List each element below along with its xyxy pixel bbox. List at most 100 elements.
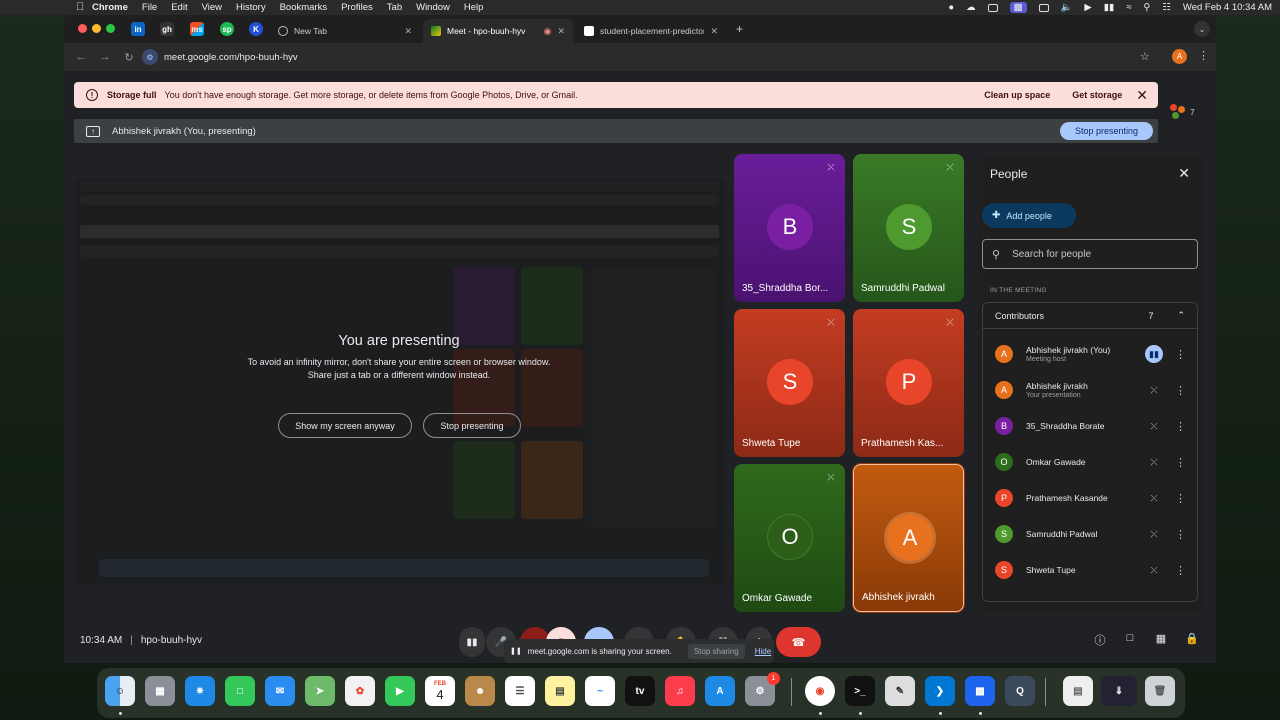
- stop-presenting-button[interactable]: Stop presenting: [423, 413, 521, 438]
- participant-tile[interactable]: ⤬ B 35_Shraddha Bor...: [734, 154, 845, 302]
- people-list-item[interactable]: P Prathamesh Kasande ⤬ ⋮: [983, 480, 1197, 516]
- menu-help[interactable]: Help: [464, 2, 484, 13]
- participant-tile[interactable]: ⤬ O Omkar Gawade: [734, 464, 845, 612]
- more-options-icon[interactable]: ⋮: [1175, 384, 1186, 397]
- vscode-icon[interactable]: ❯: [925, 676, 955, 706]
- maps-icon[interactable]: ➤: [305, 676, 335, 706]
- stop-sharing-button[interactable]: Stop sharing: [687, 643, 745, 659]
- record-icon[interactable]: ●: [948, 2, 954, 13]
- hide-notice-link[interactable]: Hide: [755, 647, 771, 656]
- people-list-item[interactable]: A Abhishek jivrakh Your presentation ⤬ ⋮: [983, 372, 1197, 408]
- people-list-item[interactable]: B 35_Shraddha Borate ⤬ ⋮: [983, 408, 1197, 444]
- pinned-tab-linkedin-icon[interactable]: in: [131, 22, 145, 36]
- volume-icon[interactable]: 🔈: [1061, 2, 1073, 13]
- muted-mic-icon[interactable]: ⤬: [1145, 561, 1163, 579]
- minimize-window-button[interactable]: [92, 24, 101, 33]
- muted-mic-icon[interactable]: ⤬: [1145, 417, 1163, 435]
- muted-mic-icon[interactable]: ⤬: [1145, 453, 1163, 471]
- close-panel-icon[interactable]: ✕: [1178, 165, 1190, 182]
- pinned-tab-github-icon[interactable]: gh: [160, 22, 174, 36]
- close-tab-icon[interactable]: ✕: [404, 26, 412, 37]
- more-options-icon[interactable]: ⋮: [1175, 348, 1186, 361]
- notes-icon[interactable]: ▤: [545, 676, 575, 706]
- host-controls-icon[interactable]: 🔒: [1184, 632, 1200, 648]
- facetime-icon[interactable]: ▶: [385, 676, 415, 706]
- pinned-tab-spotify-icon[interactable]: sp: [220, 22, 234, 36]
- more-options-icon[interactable]: ⋮: [1175, 456, 1186, 469]
- safari-icon[interactable]: ✷: [185, 676, 215, 706]
- play-icon[interactable]: ▶: [1084, 2, 1091, 13]
- tab-student-placement[interactable]: student-placement-predictor ✕: [576, 19, 726, 43]
- screen-share-status-icon[interactable]: ▩: [1009, 2, 1027, 13]
- chrome-dock-icon[interactable]: ◉: [805, 676, 835, 706]
- menu-view[interactable]: View: [202, 2, 222, 13]
- menu-profiles[interactable]: Profiles: [341, 2, 373, 13]
- profile-avatar[interactable]: A: [1172, 49, 1187, 64]
- bookmark-star-icon[interactable]: ☆: [1140, 50, 1150, 63]
- textedit-icon[interactable]: ✎: [885, 676, 915, 706]
- clean-up-space-button[interactable]: Clean up space: [984, 90, 1050, 100]
- stop-presenting-top-button[interactable]: Stop presenting: [1059, 122, 1153, 140]
- contacts-icon[interactable]: ☻: [465, 676, 495, 706]
- messages-icon[interactable]: □: [225, 676, 255, 706]
- contributors-header[interactable]: Contributors 7 ⌃: [983, 303, 1197, 329]
- menu-tab[interactable]: Tab: [387, 2, 402, 13]
- get-storage-button[interactable]: Get storage: [1072, 90, 1122, 100]
- site-info-icon[interactable]: ⚙: [142, 49, 158, 65]
- close-window-button[interactable]: [78, 24, 87, 33]
- people-list-item[interactable]: S Samruddhi Padwal ⤬ ⋮: [983, 516, 1197, 552]
- apps-grid-icon[interactable]: ▦: [1153, 632, 1169, 648]
- tab-meet[interactable]: Meet - hpo-buuh-hyv ◉ ✕: [423, 19, 573, 43]
- participant-tile-self[interactable]: A Abhishek jivrakh: [853, 464, 964, 612]
- meeting-details-icon[interactable]: ⓘ: [1092, 632, 1108, 648]
- muted-mic-icon[interactable]: ⤬: [1145, 525, 1163, 543]
- menu-datetime[interactable]: Wed Feb 4 10:34 AM: [1183, 2, 1272, 13]
- participants-indicator[interactable]: 7: [1170, 102, 1204, 122]
- reminders-icon[interactable]: ☰: [505, 676, 535, 706]
- reload-icon[interactable]: ↻: [122, 51, 136, 64]
- close-banner-icon[interactable]: ✕: [1136, 87, 1148, 104]
- chrome-menu-icon[interactable]: ⋮: [1198, 49, 1209, 62]
- address-bar[interactable]: ⚙ meet.google.com/hpo-buuh-hyv: [142, 46, 1142, 68]
- quicktime-icon[interactable]: Q: [1005, 676, 1035, 706]
- control-center-icon[interactable]: ☷: [1162, 2, 1171, 13]
- apple-icon[interactable]: : [76, 1, 84, 13]
- participant-tile[interactable]: ⤬ P Prathamesh Kas...: [853, 309, 964, 457]
- finder-icon[interactable]: ☺: [105, 676, 135, 706]
- menu-file[interactable]: File: [142, 2, 157, 13]
- people-search-input[interactable]: ⚲ Search for people: [982, 239, 1198, 269]
- more-options-icon[interactable]: ⋮: [1175, 564, 1186, 577]
- trash-icon[interactable]: 🗑: [1145, 676, 1175, 706]
- menu-edit[interactable]: Edit: [171, 2, 187, 13]
- zoom-window-button[interactable]: [106, 24, 115, 33]
- participant-tile[interactable]: ⤬ S Shweta Tupe: [734, 309, 845, 457]
- menu-bookmarks[interactable]: Bookmarks: [280, 2, 328, 13]
- terminal-icon[interactable]: >_: [845, 676, 875, 706]
- freeform-icon[interactable]: ~: [585, 676, 615, 706]
- muted-mic-icon[interactable]: ⤬: [1145, 489, 1163, 507]
- chevron-up-icon[interactable]: ⌃: [1177, 310, 1185, 321]
- menu-window[interactable]: Window: [416, 2, 450, 13]
- participant-tile[interactable]: ⤬ S Samruddhi Padwal: [853, 154, 964, 302]
- apple-tv-icon[interactable]: tv: [625, 676, 655, 706]
- downloads-icon[interactable]: ⇓: [1101, 676, 1137, 706]
- battery-icon[interactable]: ▮▮: [1104, 2, 1114, 13]
- menu-app-name[interactable]: Chrome: [92, 2, 128, 13]
- audio-level-icon[interactable]: ▮▮: [459, 627, 485, 657]
- new-tab-button[interactable]: +: [736, 22, 743, 36]
- audio-off-icon[interactable]: ⤬: [1145, 381, 1163, 399]
- close-tab-icon[interactable]: ✕: [557, 26, 565, 37]
- people-list-item[interactable]: S Shweta Tupe ⤬ ⋮: [983, 552, 1197, 588]
- chat-icon[interactable]: □: [1122, 632, 1138, 648]
- app-store-icon[interactable]: A: [705, 676, 735, 706]
- tab-new-tab[interactable]: New Tab ✕: [270, 19, 420, 43]
- display-icon[interactable]: [1038, 3, 1049, 12]
- people-list-item[interactable]: A Abhishek jivrakh (You) Meeting host ▮▮ …: [983, 336, 1197, 372]
- back-icon[interactable]: ←: [74, 51, 88, 63]
- more-options-icon[interactable]: ⋮: [1175, 420, 1186, 433]
- show-screen-anyway-button[interactable]: Show my screen anyway: [278, 413, 412, 438]
- docker-icon[interactable]: ▩: [965, 676, 995, 706]
- photos-icon[interactable]: ✿: [345, 676, 375, 706]
- window-icon[interactable]: [987, 3, 998, 12]
- more-options-icon[interactable]: ⋮: [1175, 528, 1186, 541]
